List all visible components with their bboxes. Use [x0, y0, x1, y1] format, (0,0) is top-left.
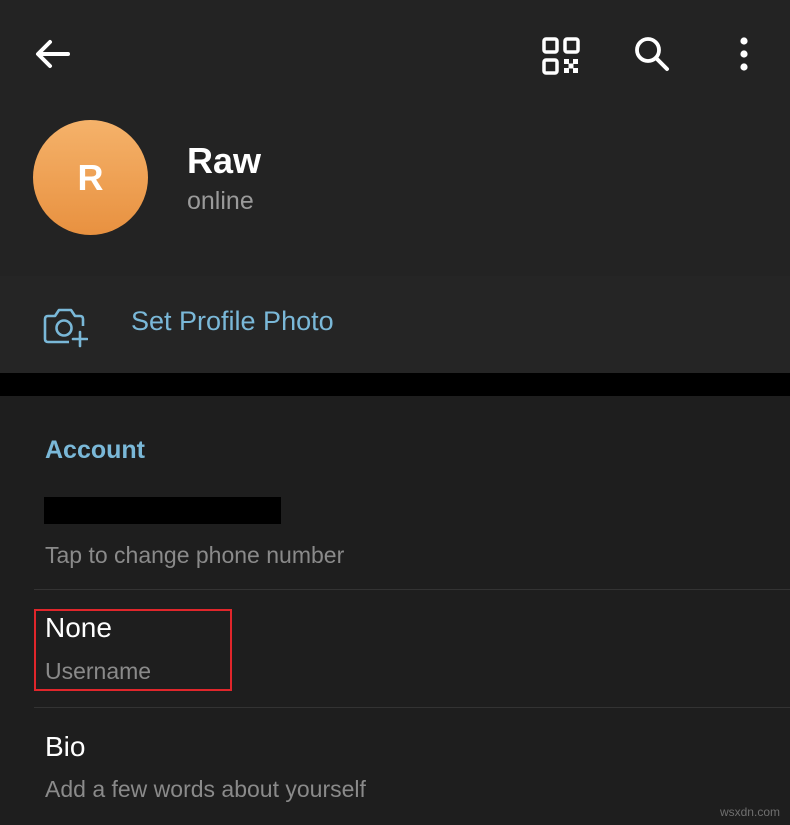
account-section: Account Tap to change phone number None …	[0, 396, 790, 825]
avatar-initial: R	[77, 156, 104, 198]
profile-header: R Raw online	[0, 0, 790, 276]
profile-status: online	[187, 187, 254, 215]
row-divider	[34, 589, 790, 590]
search-button[interactable]	[624, 26, 680, 82]
row-divider	[34, 707, 790, 708]
set-profile-photo-label: Set Profile Photo	[131, 306, 334, 336]
arrow-left-icon	[36, 40, 70, 68]
camera-add-icon	[43, 308, 88, 348]
avatar[interactable]: R	[33, 120, 148, 235]
more-options-button[interactable]	[716, 26, 772, 82]
redacted-phone-number[interactable]	[44, 497, 281, 524]
search-icon	[635, 37, 669, 71]
telegram-settings-screen: R Raw online Set Profile Photo Account T…	[0, 0, 790, 825]
bio-title[interactable]: Bio	[45, 731, 85, 763]
more-vertical-icon	[740, 37, 748, 71]
qr-code-button[interactable]	[533, 28, 589, 84]
phone-hint[interactable]: Tap to change phone number	[45, 542, 344, 569]
set-profile-photo-button[interactable]: Set Profile Photo	[0, 276, 790, 373]
back-button[interactable]	[24, 26, 80, 82]
bio-placeholder[interactable]: Add a few words about yourself	[45, 776, 366, 803]
account-section-title: Account	[45, 436, 145, 464]
watermark: wsxdn.com	[719, 805, 780, 819]
profile-name: Raw	[187, 140, 262, 181]
qr-code-icon	[542, 37, 580, 75]
section-divider	[0, 373, 790, 396]
username-highlight-box	[34, 609, 232, 691]
